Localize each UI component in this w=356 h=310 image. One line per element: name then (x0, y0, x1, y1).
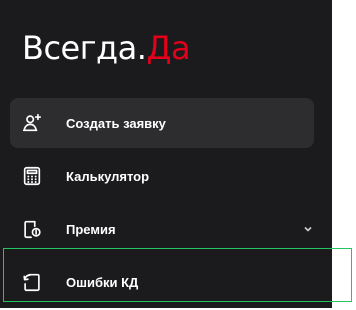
menu-item-kd-errors[interactable]: Ошибки КД (10, 257, 314, 307)
sidebar: Всегда.Да Создать заявку Калькулятор Пре… (0, 0, 332, 308)
add-user-icon (20, 111, 44, 135)
menu-item-label: Создать заявку (66, 115, 166, 131)
logo-text-accent: Да (146, 29, 191, 67)
refresh-document-icon (20, 270, 44, 294)
menu-item-label: Калькулятор (66, 168, 150, 184)
calculator-icon (20, 164, 44, 188)
brand-logo[interactable]: Всегда.Да (22, 28, 191, 68)
menu-item-label: Ошибки КД (66, 274, 139, 290)
menu-item-bonus[interactable]: Премия (10, 204, 314, 254)
document-coin-icon (20, 217, 44, 241)
logo-text-main: Всегда. (22, 29, 147, 67)
menu-item-calculator[interactable]: Калькулятор (10, 151, 314, 201)
menu-item-create-request[interactable]: Создать заявку (10, 98, 314, 148)
sidebar-menu: Создать заявку Калькулятор Премия Ошибки… (10, 98, 314, 310)
menu-item-label: Премия (66, 221, 116, 237)
chevron-down-icon[interactable] (302, 223, 314, 235)
